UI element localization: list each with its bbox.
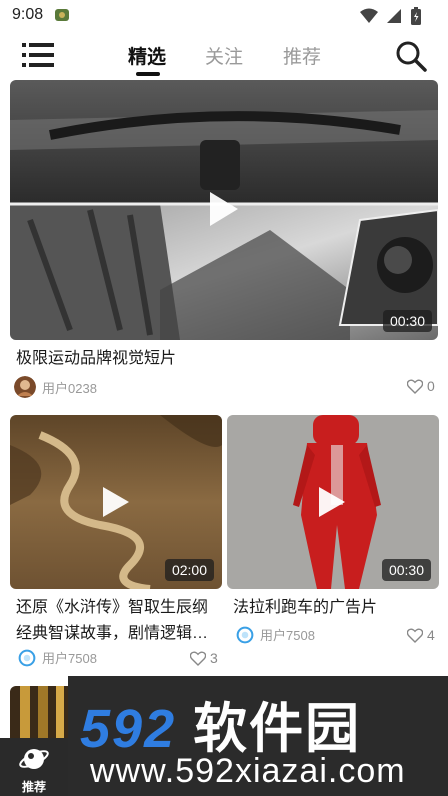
video-thumbnail[interactable] bbox=[10, 686, 70, 746]
like-button[interactable]: 3 bbox=[190, 650, 218, 666]
author-name: 用户0238 bbox=[42, 380, 97, 396]
video-duration: 00:30 bbox=[381, 559, 431, 581]
top-nav: 精选 关注 推荐 bbox=[0, 32, 448, 80]
video-thumbnail[interactable]: 02:00 bbox=[10, 415, 222, 589]
video-title[interactable]: 还原《水浒传》智取生辰纲经典智谋故事，剧情逻辑… bbox=[16, 595, 216, 647]
tab-recommended[interactable]: 推荐 bbox=[283, 42, 321, 69]
wifi-icon bbox=[360, 8, 378, 23]
author-name: 用户7508 bbox=[42, 651, 97, 666]
like-count: 0 bbox=[427, 378, 435, 394]
planet-icon bbox=[19, 749, 49, 769]
watermark-url: www.592xiazai.com bbox=[90, 752, 406, 790]
heart-icon bbox=[407, 627, 423, 643]
video-title[interactable]: 极限运动品牌视觉短片 bbox=[16, 346, 436, 372]
heart-icon bbox=[407, 378, 423, 394]
active-tab-indicator bbox=[136, 72, 160, 76]
status-time: 9:08 bbox=[12, 6, 44, 23]
video-author[interactable]: 用户0238 bbox=[14, 376, 97, 398]
heart-icon bbox=[190, 650, 206, 666]
video-thumbnail[interactable]: 00:30 bbox=[10, 80, 438, 340]
tab-featured[interactable]: 精选 bbox=[128, 42, 166, 69]
video-thumbnail[interactable]: 00:30 bbox=[227, 415, 439, 589]
thumbnail-image bbox=[10, 686, 70, 746]
like-button[interactable]: 4 bbox=[407, 627, 435, 643]
video-duration: 02:00 bbox=[164, 559, 214, 581]
video-author[interactable]: 用户7508 bbox=[236, 625, 315, 644]
video-duration: 00:30 bbox=[382, 310, 432, 332]
menu-icon[interactable] bbox=[22, 42, 54, 68]
play-icon[interactable] bbox=[210, 192, 238, 226]
avatar bbox=[18, 649, 36, 666]
notification-app-icon bbox=[55, 9, 69, 21]
video-author[interactable]: 用户7508 bbox=[18, 648, 97, 667]
watermark-banner: 592 软件园 www.592xiazai.com bbox=[68, 676, 448, 796]
video-title[interactable]: 法拉利跑车的广告片 bbox=[233, 595, 433, 621]
avatar bbox=[14, 376, 36, 398]
watermark-brand: 软件园 bbox=[193, 699, 362, 759]
play-icon[interactable] bbox=[103, 487, 129, 517]
like-count: 3 bbox=[210, 650, 218, 666]
search-icon[interactable] bbox=[395, 40, 427, 72]
play-icon[interactable] bbox=[319, 487, 345, 517]
avatar bbox=[236, 626, 254, 643]
status-bar: 9:08 bbox=[0, 0, 448, 32]
author-name: 用户7508 bbox=[260, 628, 315, 643]
signal-icon bbox=[387, 9, 401, 23]
status-icons bbox=[360, 6, 422, 26]
tab-following[interactable]: 关注 bbox=[205, 42, 243, 69]
watermark-digits: 592 bbox=[80, 699, 177, 759]
recommend-label: 推荐 bbox=[21, 780, 46, 794]
recommend-button[interactable]: 推荐 bbox=[0, 738, 68, 796]
like-button[interactable]: 0 bbox=[407, 378, 435, 394]
battery-icon bbox=[411, 7, 421, 25]
like-count: 4 bbox=[427, 627, 435, 643]
